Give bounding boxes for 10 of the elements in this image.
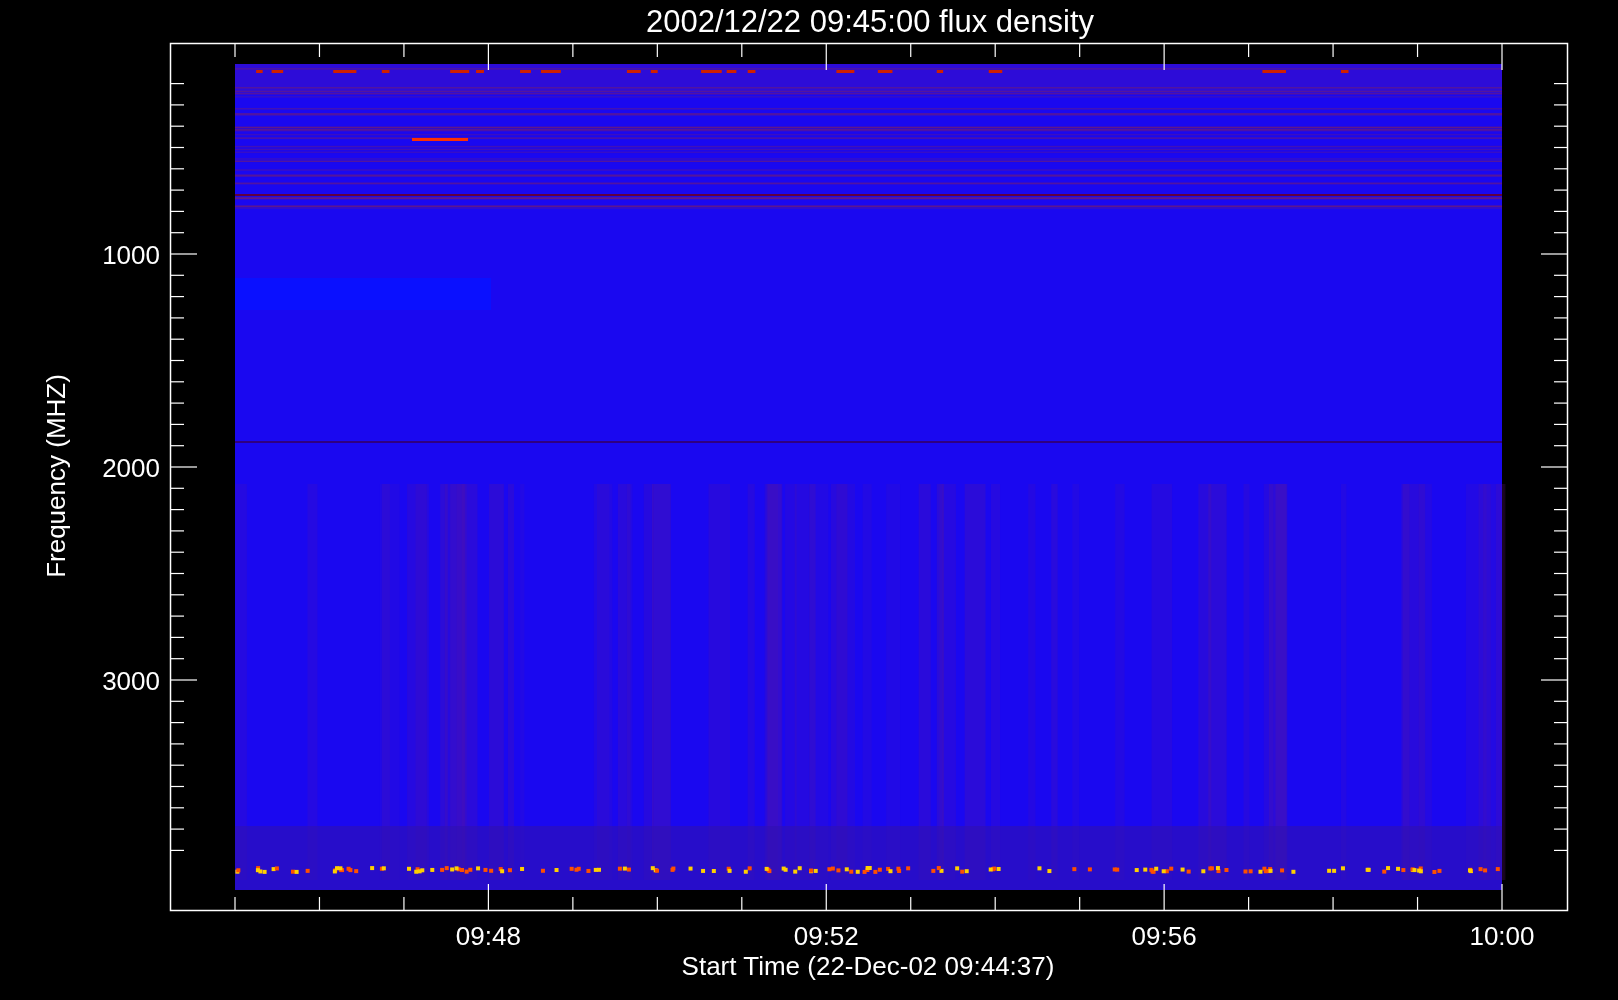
y-tick-label: 3000 <box>102 666 160 696</box>
x-tick-label: 09:56 <box>1131 921 1197 951</box>
x-tick-label: 09:48 <box>455 921 521 951</box>
x-tick-label: 09:52 <box>793 921 859 951</box>
y-axis-label: Frequency (MHZ) <box>41 374 71 578</box>
y-tick-label: 2000 <box>102 453 160 483</box>
x-axis-label: Start Time (22-Dec-02 09:44:37) <box>681 951 1055 981</box>
chart-title: 2002/12/22 09:45:00 flux density <box>645 4 1095 39</box>
y-tick-label: 1000 <box>102 240 160 270</box>
x-tick-label: 10:00 <box>1469 921 1535 951</box>
